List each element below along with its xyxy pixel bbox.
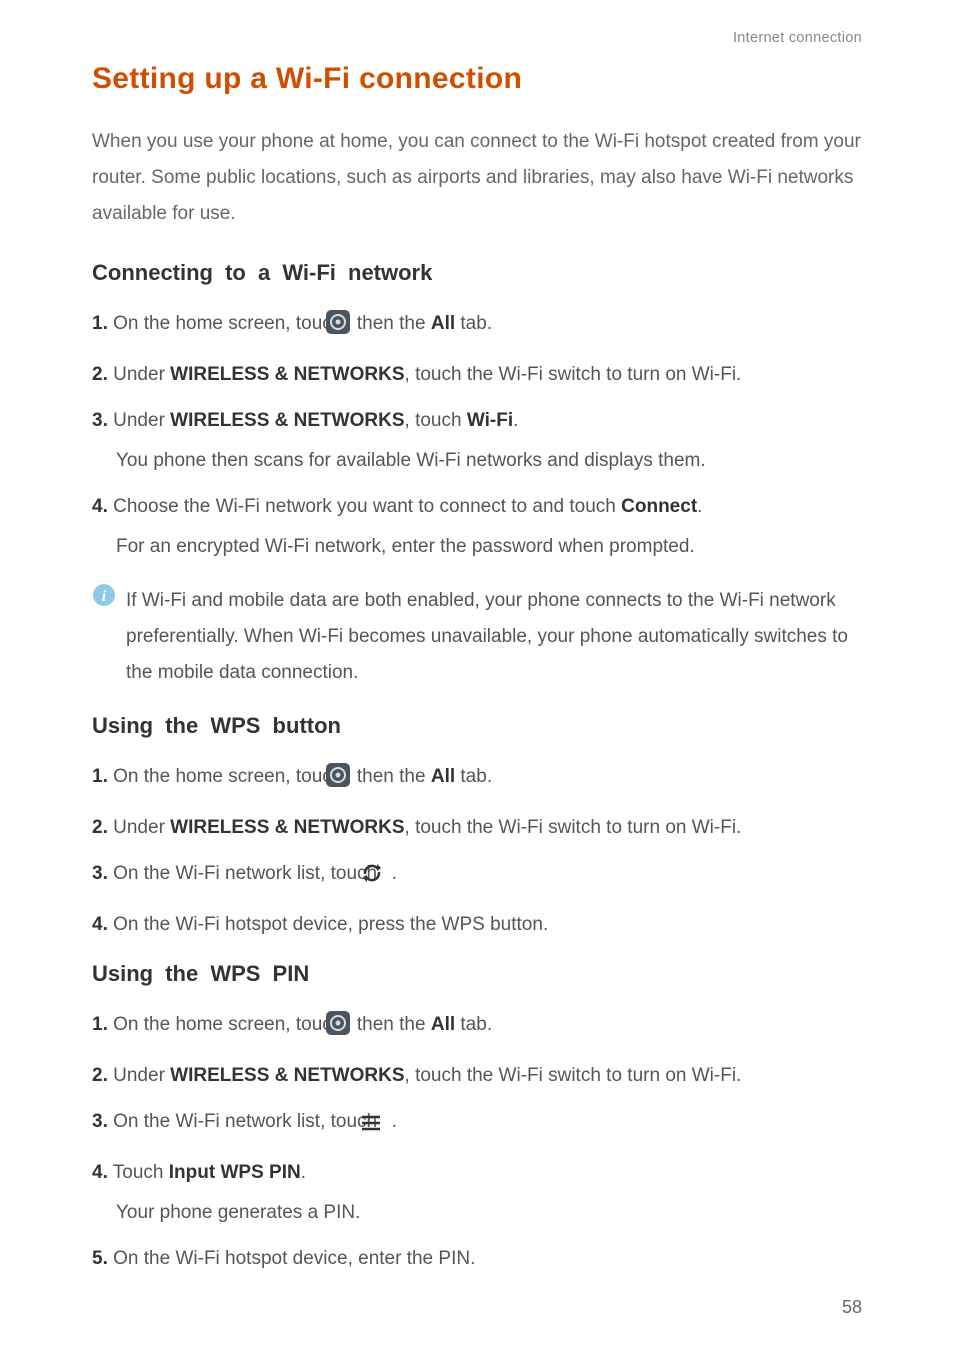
step-item: 1. On the home screen, touch then the Al… — [92, 306, 862, 347]
info-note: i If Wi-Fi and mobile data are both enab… — [92, 583, 862, 691]
step-number: 3. — [92, 1111, 108, 1132]
step-text: . — [386, 863, 397, 884]
step-text: Choose the Wi-Fi network you want to con… — [113, 496, 621, 517]
svg-text:i: i — [102, 588, 107, 605]
step-text: On the Wi-Fi network list, touch — [113, 863, 382, 884]
step-bold: Connect — [621, 496, 697, 517]
step-text: Touch — [113, 1162, 169, 1183]
step-text: On the home screen, touch — [113, 1014, 347, 1035]
step-item: 5. On the Wi-Fi hotspot device, enter th… — [92, 1241, 862, 1277]
subhead-wps-button: Using the WPS button — [92, 713, 862, 739]
step-number: 4. — [92, 1162, 108, 1183]
step-text: Under — [113, 410, 170, 431]
page-container: Internet connection Setting up a Wi-Fi c… — [0, 0, 954, 1277]
step-text: then the — [352, 766, 431, 787]
steps-wps-pin: 1. On the home screen, touch then the Al… — [92, 1007, 862, 1277]
step-number: 2. — [92, 1065, 108, 1086]
step-text: , touch the Wi-Fi switch to turn on Wi-F… — [405, 364, 742, 385]
step-bold: Wi-Fi — [467, 410, 513, 431]
step-text: On the Wi-Fi network list, touch — [113, 1111, 382, 1132]
steps-connecting: 1. On the home screen, touch then the Al… — [92, 306, 862, 565]
step-item: 3. Under WIRELESS & NETWORKS, touch Wi-F… — [92, 403, 862, 439]
step-text: then the — [352, 313, 431, 334]
step-item: 1. On the home screen, touch then the Al… — [92, 1007, 862, 1048]
step-text: . — [697, 496, 702, 517]
step-bold: All — [431, 766, 455, 787]
step-item: 4. Choose the Wi-Fi network you want to … — [92, 489, 862, 525]
step-text: , touch the Wi-Fi switch to turn on Wi-F… — [405, 817, 742, 838]
step-text: Under — [113, 364, 170, 385]
step-bold: Input WPS PIN — [169, 1162, 301, 1183]
note-text: If Wi-Fi and mobile data are both enable… — [124, 583, 862, 691]
step-bold: WIRELESS & NETWORKS — [170, 1065, 404, 1086]
step-text: . — [301, 1162, 306, 1183]
step-item: 3. On the Wi-Fi network list, touch . — [92, 856, 862, 897]
page-number: 58 — [842, 1297, 862, 1318]
subhead-wps-pin: Using the WPS PIN — [92, 961, 862, 987]
step-text: , touch the Wi-Fi switch to turn on Wi-F… — [405, 1065, 742, 1086]
step-number: 4. — [92, 496, 108, 517]
header-category: Internet connection — [92, 30, 862, 46]
step-item: 1. On the home screen, touch then the Al… — [92, 759, 862, 800]
step-number: 4. — [92, 914, 108, 935]
step-text: On the home screen, touch — [113, 766, 347, 787]
step-number: 2. — [92, 817, 108, 838]
step-bold: All — [431, 1014, 455, 1035]
step-number: 2. — [92, 364, 108, 385]
step-subtext: For an encrypted Wi-Fi network, enter th… — [92, 529, 862, 565]
step-number: 3. — [92, 410, 108, 431]
step-text: On the Wi-Fi hotspot device, press the W… — [113, 914, 548, 935]
step-bold: All — [431, 313, 455, 334]
step-bold: WIRELESS & NETWORKS — [170, 364, 404, 385]
step-number: 5. — [92, 1248, 108, 1269]
step-text: tab. — [455, 766, 492, 787]
step-text: . — [513, 410, 518, 431]
step-text: tab. — [455, 313, 492, 334]
step-item: 2. Under WIRELESS & NETWORKS, touch the … — [92, 810, 862, 846]
step-text: On the Wi-Fi hotspot device, enter the P… — [113, 1248, 475, 1269]
step-subtext: You phone then scans for available Wi-Fi… — [92, 443, 862, 479]
step-number: 1. — [92, 313, 108, 334]
step-item: 4. On the Wi-Fi hotspot device, press th… — [92, 907, 862, 943]
step-item: 4. Touch Input WPS PIN. — [92, 1155, 862, 1191]
step-item: 2. Under WIRELESS & NETWORKS, touch the … — [92, 1058, 862, 1094]
step-bold: WIRELESS & NETWORKS — [170, 817, 404, 838]
step-subtext: Your phone generates a PIN. — [92, 1195, 862, 1231]
steps-wps-button: 1. On the home screen, touch then the Al… — [92, 759, 862, 943]
step-item: 3. On the Wi-Fi network list, touch . — [92, 1104, 862, 1145]
step-item: 2. Under WIRELESS & NETWORKS, touch the … — [92, 357, 862, 393]
step-text: , touch — [405, 410, 467, 431]
step-number: 3. — [92, 863, 108, 884]
step-bold: WIRELESS & NETWORKS — [170, 410, 404, 431]
intro-paragraph: When you use your phone at home, you can… — [92, 124, 862, 232]
step-text: On the home screen, touch — [113, 313, 347, 334]
info-icon: i — [92, 583, 116, 620]
step-text: then the — [352, 1014, 431, 1035]
step-text: Under — [113, 1065, 170, 1086]
step-text: Under — [113, 817, 170, 838]
subhead-connecting: Connecting to a Wi-Fi network — [92, 260, 862, 286]
step-number: 1. — [92, 1014, 108, 1035]
step-text: . — [386, 1111, 397, 1132]
page-title: Setting up a Wi-Fi connection — [92, 62, 862, 96]
step-number: 1. — [92, 766, 108, 787]
step-text: tab. — [455, 1014, 492, 1035]
